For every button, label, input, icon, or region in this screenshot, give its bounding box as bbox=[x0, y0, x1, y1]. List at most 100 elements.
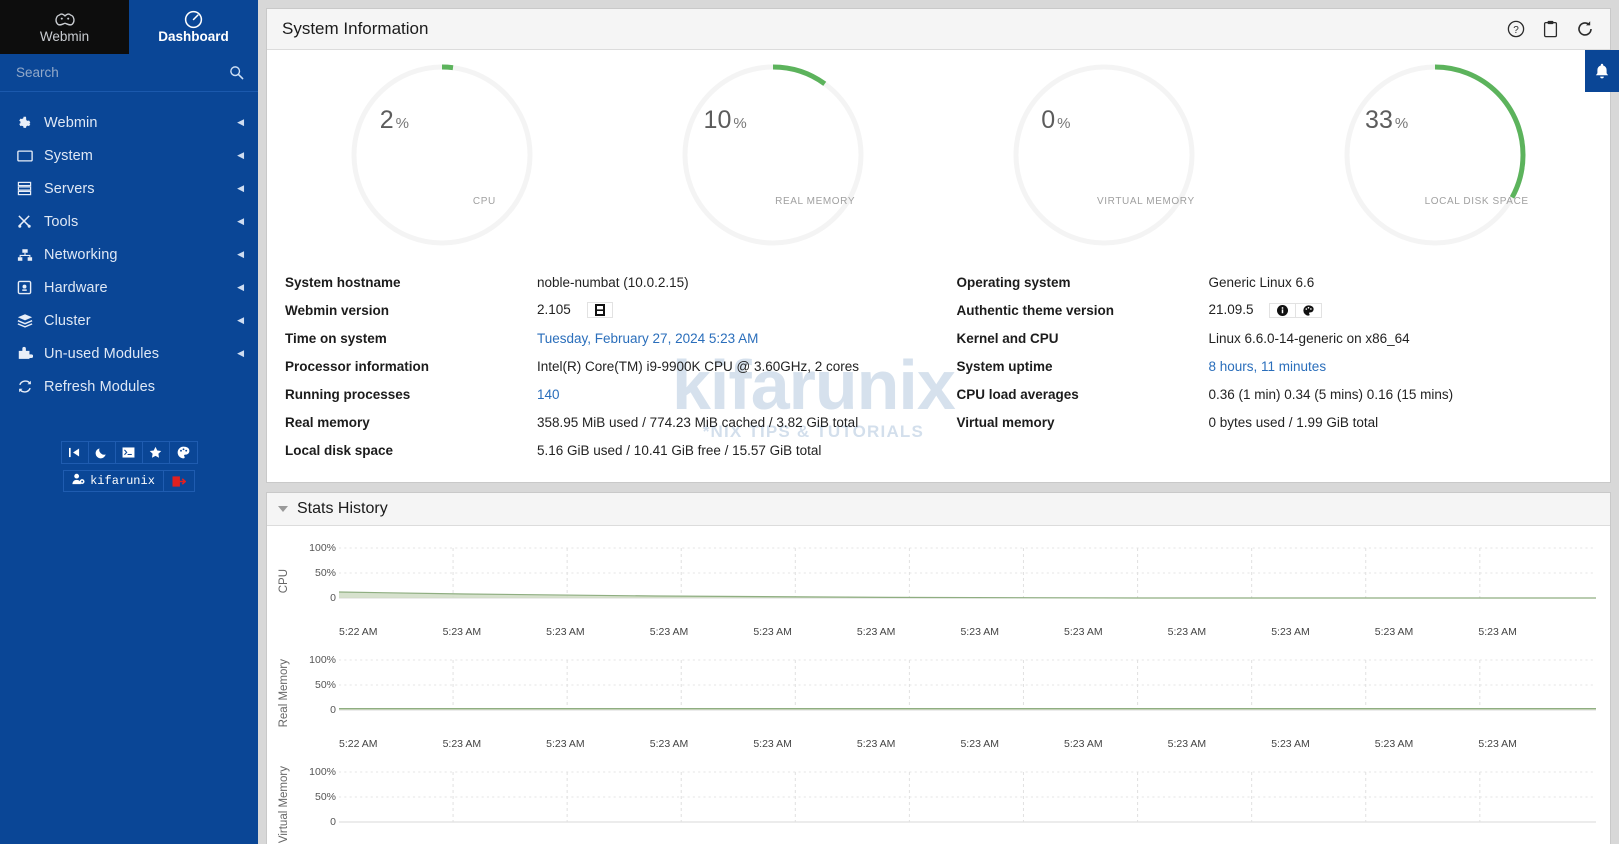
search-bar[interactable] bbox=[0, 54, 258, 92]
gear-icon bbox=[17, 115, 44, 130]
chart-cpu-yticks: 100% 50% 0 bbox=[295, 536, 339, 626]
tab-dashboard-label: Dashboard bbox=[158, 30, 229, 44]
gauge-cpu-label: CPU bbox=[473, 196, 496, 207]
info-key: Local disk space bbox=[285, 443, 537, 458]
search-icon[interactable] bbox=[229, 65, 244, 80]
chevron-left-icon[interactable]: ◀ bbox=[237, 250, 244, 259]
dashboard-gauge-icon bbox=[184, 10, 203, 29]
gauge-cpu: 2% CPU bbox=[277, 54, 608, 262]
chart-virtual-memory-yticks: 100% 50% 0 bbox=[295, 760, 339, 844]
sidebar-item-cluster[interactable]: Cluster ◀ bbox=[0, 304, 258, 337]
logout-icon[interactable] bbox=[164, 471, 194, 491]
info-value: Generic Linux 6.6 bbox=[1209, 275, 1315, 290]
chart-real-memory: Real Memory 100% 50% 0 bbox=[273, 648, 1596, 738]
notifications-bell-icon[interactable] bbox=[1585, 50, 1619, 92]
sidebar-item-label: Un-used Modules bbox=[44, 346, 237, 362]
gauge-real-memory-value: 10% bbox=[704, 106, 747, 135]
favorites-star-icon[interactable] bbox=[143, 442, 170, 463]
info-row: Webmin version 2.105 bbox=[285, 296, 939, 324]
sidebar-item-hardware[interactable]: Hardware ◀ bbox=[0, 271, 258, 304]
help-icon[interactable]: ? bbox=[1507, 20, 1525, 38]
info-value[interactable]: 140 bbox=[537, 387, 560, 402]
chart-virtual-memory: Virtual Memory 100% 50% 0 bbox=[273, 760, 1596, 844]
network-icon bbox=[17, 248, 44, 262]
search-input[interactable] bbox=[16, 65, 229, 80]
info-value: 358.95 MiB used / 774.23 MiB cached / 3.… bbox=[537, 415, 858, 430]
sidebar-item-unused-modules[interactable]: Un-used Modules ◀ bbox=[0, 337, 258, 370]
system-info-left-column: System hostname noble-numbat (10.0.2.15)… bbox=[267, 268, 939, 464]
info-row: Processor information Intel(R) Core(TM) … bbox=[285, 352, 939, 380]
puzzle-icon bbox=[17, 346, 44, 361]
info-value: 0 bytes used / 1.99 GiB total bbox=[1209, 415, 1379, 430]
user-account-button[interactable]: kifarunix bbox=[64, 471, 164, 491]
chevron-left-icon[interactable]: ◀ bbox=[237, 283, 244, 292]
info-row: Running processes 140 bbox=[285, 380, 939, 408]
stats-history-header: Stats History bbox=[267, 493, 1610, 526]
chart-virtual-memory-plot bbox=[339, 760, 1596, 844]
gauge-virtual-memory: 0% VIRTUAL MEMORY bbox=[939, 54, 1270, 262]
chevron-left-icon[interactable]: ◀ bbox=[237, 217, 244, 226]
sidebar-item-networking[interactable]: Networking ◀ bbox=[0, 238, 258, 271]
sidebar-item-tools[interactable]: Tools ◀ bbox=[0, 205, 258, 238]
tools-icon bbox=[17, 214, 44, 229]
info-key: System hostname bbox=[285, 275, 537, 290]
clipboard-icon[interactable] bbox=[1543, 20, 1558, 38]
panel-header: System Information ? bbox=[267, 9, 1610, 50]
main-content: System Information ? bbox=[258, 0, 1619, 844]
info-key: System uptime bbox=[957, 359, 1209, 374]
gauge-local-disk-space-value: 33% bbox=[1365, 106, 1408, 135]
theme-palette-icon[interactable] bbox=[170, 442, 197, 463]
sidebar-item-label: Cluster bbox=[44, 313, 237, 329]
sidebar-footer: kifarunix bbox=[0, 441, 258, 492]
info-row: Virtual memory 0 bytes used / 1.99 GiB t… bbox=[957, 408, 1611, 436]
header-actions: ? bbox=[1507, 20, 1594, 38]
sidebar-item-system[interactable]: System ◀ bbox=[0, 139, 258, 172]
sidebar-item-webmin[interactable]: Webmin ◀ bbox=[0, 106, 258, 139]
gauge-cpu-ring bbox=[347, 60, 537, 250]
info-key: Time on system bbox=[285, 331, 537, 346]
theme-version-badges bbox=[1269, 303, 1322, 318]
sidebar-item-label: Servers bbox=[44, 181, 237, 197]
gauge-virtual-memory-label: VIRTUAL MEMORY bbox=[1097, 196, 1195, 207]
sidebar-item-refresh-modules[interactable]: Refresh Modules bbox=[0, 370, 258, 403]
sidebar-menu: Webmin ◀ System ◀ Servers bbox=[0, 92, 258, 403]
gauge-real-memory: 10% REAL MEMORY bbox=[608, 54, 939, 262]
sidebar: Webmin Dashboard bbox=[0, 0, 258, 844]
triangle-down-icon[interactable] bbox=[278, 506, 288, 512]
server-rack-icon bbox=[17, 181, 44, 196]
sidebar-item-label: Networking bbox=[44, 247, 237, 263]
user-name: kifarunix bbox=[90, 474, 155, 488]
chevron-left-icon[interactable]: ◀ bbox=[237, 151, 244, 160]
sidebar-item-label: Hardware bbox=[44, 280, 237, 296]
gauge-real-memory-label: REAL MEMORY bbox=[775, 196, 855, 207]
book-icon[interactable] bbox=[588, 303, 612, 317]
stats-charts: CPU 100% 50% 0 bbox=[267, 526, 1610, 844]
webmin-logo-icon bbox=[54, 10, 76, 29]
sidebar-item-servers[interactable]: Servers ◀ bbox=[0, 172, 258, 205]
palette-icon[interactable] bbox=[1296, 304, 1321, 317]
info-icon[interactable] bbox=[1270, 304, 1296, 317]
sidebar-item-label: System bbox=[44, 148, 237, 164]
chevron-left-icon[interactable]: ◀ bbox=[237, 184, 244, 193]
collapse-sidebar-icon[interactable] bbox=[62, 442, 89, 463]
info-value[interactable]: 8 hours, 11 minutes bbox=[1209, 359, 1327, 374]
chevron-left-icon[interactable]: ◀ bbox=[237, 118, 244, 127]
info-value[interactable]: Tuesday, February 27, 2024 5:23 AM bbox=[537, 331, 758, 346]
info-key: Running processes bbox=[285, 387, 537, 402]
refresh-icon[interactable] bbox=[1576, 20, 1594, 38]
chart-real-memory-plot bbox=[339, 648, 1596, 738]
dark-mode-moon-icon[interactable] bbox=[89, 442, 116, 463]
resource-gauges: 2% CPU 10% REAL MEMORY bbox=[267, 50, 1610, 262]
system-info-table: System hostname noble-numbat (10.0.2.15)… bbox=[267, 262, 1610, 482]
stats-history-panel: Stats History CPU 100% 50% 0 bbox=[266, 492, 1611, 844]
chevron-left-icon[interactable]: ◀ bbox=[237, 349, 244, 358]
svg-text:?: ? bbox=[1513, 25, 1519, 36]
system-info-right-column: Operating system Generic Linux 6.6 Authe… bbox=[939, 268, 1611, 464]
tab-webmin[interactable]: Webmin bbox=[0, 0, 129, 54]
tab-dashboard[interactable]: Dashboard bbox=[129, 0, 258, 54]
chevron-left-icon[interactable]: ◀ bbox=[237, 316, 244, 325]
terminal-icon[interactable] bbox=[116, 442, 143, 463]
info-key: Real memory bbox=[285, 415, 537, 430]
info-value: Linux 6.6.0-14-generic on x86_64 bbox=[1209, 331, 1410, 346]
info-key: Authentic theme version bbox=[957, 303, 1209, 318]
